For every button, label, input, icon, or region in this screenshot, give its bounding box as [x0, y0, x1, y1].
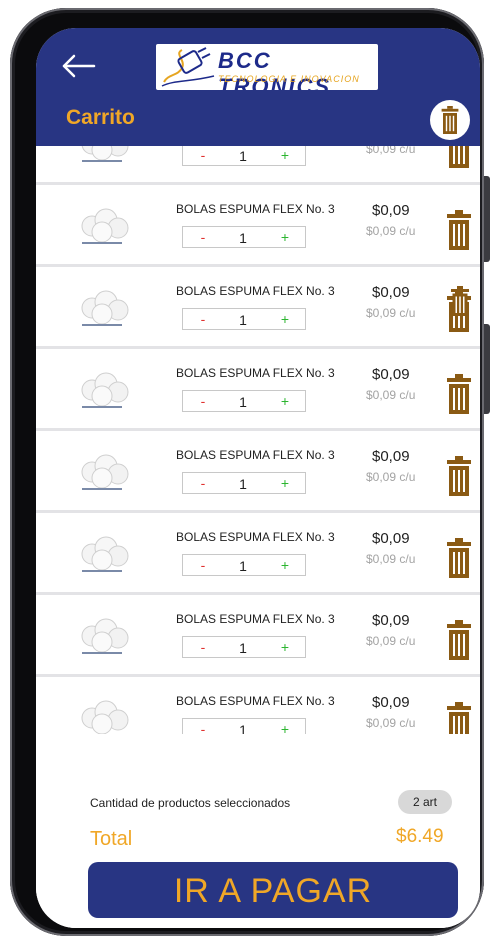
pay-button[interactable]: IR A PAGAR [88, 862, 458, 918]
product-thumbnail [81, 372, 129, 408]
quantity-value: 1 [239, 230, 247, 246]
product-name: BOLAS ESPUMA FLEX No. 3 [176, 202, 335, 216]
product-thumbnail [81, 290, 129, 326]
trash-icon[interactable] [446, 702, 472, 734]
product-unit-price: $0,09 c/u [366, 552, 416, 566]
quantity-value: 1 [239, 558, 247, 574]
product-thumbnail [81, 208, 129, 244]
increase-quantity-button[interactable]: + [277, 309, 293, 329]
trash-icon[interactable] [446, 210, 472, 250]
product-price: $0,09 [372, 612, 410, 629]
product-thumbnail [81, 618, 129, 654]
floating-trash-icon [451, 286, 469, 316]
trash-icon[interactable] [446, 374, 472, 414]
quantity-stepper: - 1 + [182, 226, 306, 248]
quantity-value: 1 [239, 476, 247, 492]
decrease-quantity-button[interactable]: - [195, 473, 211, 493]
cart-item: BOLAS ESPUMA FLEX No. 3 $0,09 $0,09 c/u … [36, 434, 480, 513]
plug-logo-icon [161, 47, 215, 87]
volume-button [484, 176, 490, 262]
product-thumbnail [81, 700, 129, 734]
cart-item: BOLAS ESPUMA FLEX No. 3 $0,09 $0,09 c/u … [36, 598, 480, 677]
product-unit-price: $0,09 c/u [366, 146, 416, 156]
product-price: $0,09 [372, 284, 410, 301]
cart-summary: Cantidad de productos seleccionados 2 ar… [36, 734, 480, 928]
cart-list: $0,09 c/u - 1 + BOLAS ESPUMA FLEX No. 3 … [36, 146, 480, 734]
decrease-quantity-button[interactable]: - [195, 719, 211, 734]
product-unit-price: $0,09 c/u [366, 388, 416, 402]
decrease-quantity-button[interactable]: - [195, 227, 211, 247]
increase-quantity-button[interactable]: + [277, 719, 293, 734]
increase-quantity-button[interactable]: + [277, 637, 293, 657]
product-unit-price: $0,09 c/u [366, 634, 416, 648]
product-name: BOLAS ESPUMA FLEX No. 3 [176, 612, 335, 626]
product-unit-price: $0,09 c/u [366, 306, 416, 320]
app-bar: BCC TRONICS TECNOLOGIA E INOVACION [36, 28, 480, 96]
title-bar: Carrito [36, 96, 480, 146]
trash-icon[interactable] [446, 538, 472, 578]
product-price: $0,09 [372, 448, 410, 465]
cart-item: BOLAS ESPUMA FLEX No. 3 $0,09 $0,09 c/u … [36, 680, 480, 734]
trash-icon[interactable] [446, 456, 472, 496]
quantity-value: 1 [239, 394, 247, 410]
power-button [484, 324, 490, 414]
quantity-stepper: - 1 + [182, 554, 306, 576]
brand-logo: BCC TRONICS TECNOLOGIA E INOVACION [156, 44, 378, 90]
increase-quantity-button[interactable]: + [277, 391, 293, 411]
cart-item: BOLAS ESPUMA FLEX No. 3 $0,09 $0,09 c/u … [36, 352, 480, 431]
product-name: BOLAS ESPUMA FLEX No. 3 [176, 530, 335, 544]
product-unit-price: $0,09 c/u [366, 470, 416, 484]
product-name: BOLAS ESPUMA FLEX No. 3 [176, 284, 335, 298]
phone-frame: BCC TRONICS TECNOLOGIA E INOVACION Carri… [10, 8, 490, 936]
product-price: $0,09 [372, 530, 410, 547]
decrease-quantity-button[interactable]: - [195, 146, 211, 165]
quantity-stepper: - 1 + [182, 636, 306, 658]
page-title: Carrito [66, 106, 135, 129]
quantity-value: 1 [239, 722, 247, 734]
increase-quantity-button[interactable]: + [277, 146, 293, 165]
product-name: BOLAS ESPUMA FLEX No. 3 [176, 694, 335, 708]
decrease-quantity-button[interactable]: - [195, 391, 211, 411]
cart-item: BOLAS ESPUMA FLEX No. 3 $0,09 $0,09 c/u … [36, 270, 480, 349]
increase-quantity-button[interactable]: + [277, 555, 293, 575]
product-thumbnail [81, 454, 129, 490]
quantity-stepper: - 1 + [182, 308, 306, 330]
quantity-value: 1 [239, 148, 247, 164]
cart-item: $0,09 c/u - 1 + [36, 146, 480, 185]
quantity-stepper: - 1 + [182, 472, 306, 494]
product-name: BOLAS ESPUMA FLEX No. 3 [176, 448, 335, 462]
trash-icon[interactable] [446, 620, 472, 660]
trash-icon [441, 106, 459, 134]
total-value: $6.49 [396, 826, 444, 847]
quantity-stepper: - 1 + [182, 146, 306, 166]
product-unit-price: $0,09 c/u [366, 716, 416, 730]
app-screen: BCC TRONICS TECNOLOGIA E INOVACION Carri… [36, 28, 480, 928]
cart-item: BOLAS ESPUMA FLEX No. 3 $0,09 $0,09 c/u … [36, 188, 480, 267]
quantity-value: 1 [239, 312, 247, 328]
product-unit-price: $0,09 c/u [366, 224, 416, 238]
logo-tagline: TECNOLOGIA E INOVACION [218, 74, 360, 84]
product-thumbnail [81, 536, 129, 572]
decrease-quantity-button[interactable]: - [195, 637, 211, 657]
total-label: Total [90, 828, 133, 850]
trash-icon[interactable] [446, 146, 472, 168]
quantity-stepper: - 1 + [182, 718, 306, 734]
arrow-left-icon[interactable] [62, 54, 96, 78]
product-price: $0,09 [372, 202, 410, 219]
selected-count-label: Cantidad de productos seleccionados [90, 796, 291, 810]
product-thumbnail [81, 146, 129, 162]
quantity-stepper: - 1 + [182, 390, 306, 412]
increase-quantity-button[interactable]: + [277, 473, 293, 493]
cart-item: BOLAS ESPUMA FLEX No. 3 $0,09 $0,09 c/u … [36, 516, 480, 595]
decrease-quantity-button[interactable]: - [195, 555, 211, 575]
product-name: BOLAS ESPUMA FLEX No. 3 [176, 366, 335, 380]
selected-count-badge: 2 art [398, 790, 452, 814]
quantity-value: 1 [239, 640, 247, 656]
increase-quantity-button[interactable]: + [277, 227, 293, 247]
product-price: $0,09 [372, 366, 410, 383]
decrease-quantity-button[interactable]: - [195, 309, 211, 329]
clear-cart-button[interactable] [430, 100, 470, 140]
product-price: $0,09 [372, 694, 410, 711]
